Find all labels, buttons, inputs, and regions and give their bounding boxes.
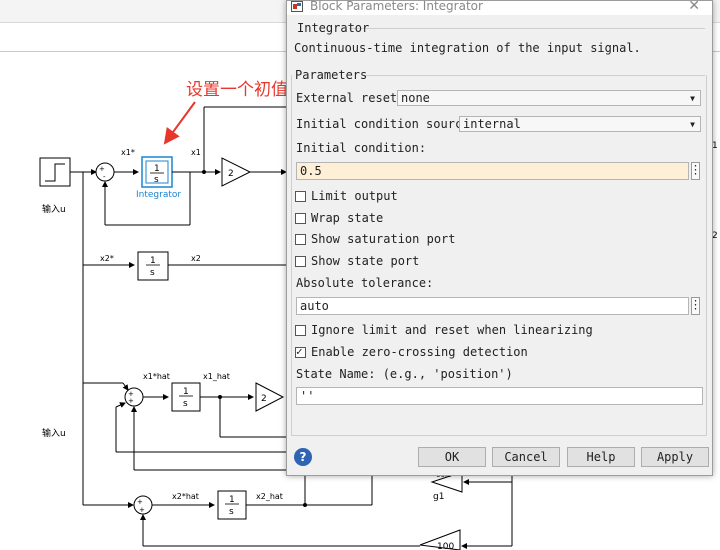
ic-source-value: internal xyxy=(463,117,521,131)
dialog-title: Block Parameters: Integrator xyxy=(310,0,483,13)
svg-text:s: s xyxy=(229,507,234,517)
x2-hat-label: x2_hat xyxy=(256,492,283,501)
ignore-limit-checkbox[interactable] xyxy=(295,325,306,336)
block-type-label: Integrator xyxy=(297,21,370,35)
state-name-label: State Name: (e.g., 'position') xyxy=(296,367,513,381)
integrator-block[interactable]: 1 s xyxy=(141,156,173,188)
dropdown-arrow-icon: ▼ xyxy=(690,120,695,129)
apply-button[interactable]: Apply xyxy=(641,447,709,467)
zero-crossing-checkbox[interactable] xyxy=(295,345,306,358)
gain-block-top[interactable]: 2 xyxy=(221,157,252,187)
dialog-titlebar: Block Parameters: Integrator ✕ xyxy=(287,0,712,15)
x1-label: x1 xyxy=(191,148,201,157)
svg-text:+: + xyxy=(99,165,105,173)
absolute-tolerance-value: auto xyxy=(300,299,329,313)
x2-label: x2 xyxy=(191,254,201,263)
annotation-arrow-left xyxy=(163,101,196,145)
help-button[interactable]: Help xyxy=(567,447,635,467)
step-block[interactable] xyxy=(39,157,71,187)
zero-crossing-label: Enable zero-crossing detection xyxy=(311,345,528,359)
show-saturation-port-label: Show saturation port xyxy=(311,232,456,246)
help-icon[interactable]: ? xyxy=(294,448,312,466)
svg-text:1: 1 xyxy=(229,495,235,505)
g1-label: g1 xyxy=(433,492,444,502)
input-u-label-2: 输入u xyxy=(42,427,66,439)
absolute-tolerance-label: Absolute tolerance: xyxy=(296,276,434,290)
block-description: Continuous-time integration of the input… xyxy=(294,41,641,55)
cancel-button[interactable]: Cancel xyxy=(492,447,560,467)
svg-text:s: s xyxy=(150,268,155,278)
x2-star-label: x2* xyxy=(100,254,114,263)
block-parameters-dialog: Block Parameters: Integrator ✕ Integrato… xyxy=(286,0,713,476)
gain-block-mid[interactable]: 2 xyxy=(255,382,285,412)
svg-text:1: 1 xyxy=(150,256,156,266)
initial-condition-label: Initial condition: xyxy=(296,141,427,155)
limit-output-label: Limit output xyxy=(311,189,398,203)
x1-hat-label: x1_hat xyxy=(203,372,230,381)
svg-text:s: s xyxy=(183,399,188,409)
initial-condition-more-button[interactable]: · · · xyxy=(691,162,700,180)
external-reset-dropdown[interactable]: none ▼ xyxy=(397,90,701,106)
show-state-port-checkbox[interactable] xyxy=(295,256,306,267)
parameters-label: Parameters xyxy=(295,68,368,82)
absolute-tolerance-more-button[interactable]: · · · xyxy=(691,297,700,315)
input-u-label-1: 输入u xyxy=(42,203,66,215)
state-name-value: '' xyxy=(300,389,315,403)
gain-block-100[interactable]: 100 xyxy=(419,529,461,550)
ignore-limit-label: Ignore limit and reset when linearizing xyxy=(311,323,593,337)
block-type-groupline xyxy=(349,28,705,29)
x1-star-hat-label: x1*hat xyxy=(143,372,170,381)
integrator-block-3[interactable]: 1 s xyxy=(171,382,201,412)
wrap-state-checkbox[interactable] xyxy=(295,213,306,224)
show-saturation-port-checkbox[interactable] xyxy=(295,234,306,245)
integrator-block-4[interactable]: 1 s xyxy=(217,490,247,520)
svg-text:+: + xyxy=(128,397,134,405)
state-name-input[interactable]: '' xyxy=(296,387,703,405)
initial-condition-input[interactable]: 0.5 xyxy=(296,162,689,180)
svg-text:2: 2 xyxy=(228,169,234,179)
external-reset-label: External reset: xyxy=(296,91,405,105)
annotation-text: 设置一个初值 xyxy=(186,80,288,100)
x1-star-label: x1* xyxy=(121,148,135,157)
wrap-state-label: Wrap state xyxy=(311,211,384,225)
limit-output-checkbox[interactable] xyxy=(295,191,306,202)
integrator-block-2[interactable]: 1 s xyxy=(137,251,169,281)
svg-text:1: 1 xyxy=(154,164,160,174)
svg-text:s: s xyxy=(154,175,159,185)
svg-text:+: + xyxy=(137,498,143,506)
svg-text:2: 2 xyxy=(261,394,267,404)
absolute-tolerance-input[interactable]: auto xyxy=(296,297,689,315)
show-state-port-label: Show state port xyxy=(311,254,420,268)
ic-source-label: Initial condition source: xyxy=(296,117,477,131)
simulink-app-icon xyxy=(291,1,303,12)
dropdown-arrow-icon: ▼ xyxy=(690,94,695,103)
initial-condition-value: 0.5 xyxy=(300,164,322,178)
ic-source-dropdown[interactable]: internal ▼ xyxy=(459,116,701,132)
external-reset-value: none xyxy=(401,91,430,105)
ok-button[interactable]: OK xyxy=(418,447,486,467)
integrator-name-label: Integrator xyxy=(136,190,181,200)
x2-star-hat-label: x2*hat xyxy=(172,492,199,501)
svg-text:100: 100 xyxy=(437,542,454,550)
svg-text:1: 1 xyxy=(183,387,189,397)
close-icon[interactable]: ✕ xyxy=(688,0,700,14)
svg-text:+: + xyxy=(139,506,145,514)
